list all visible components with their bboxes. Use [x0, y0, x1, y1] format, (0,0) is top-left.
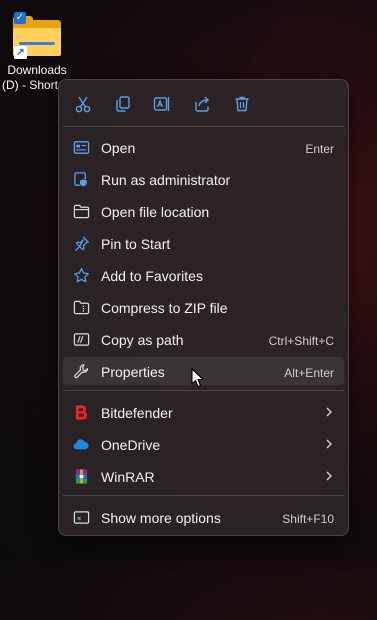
rename-button[interactable] [150, 92, 174, 116]
share-button[interactable] [190, 92, 214, 116]
share-icon [195, 96, 209, 112]
menu-item-compress-to-zip[interactable]: Compress to ZIP file [63, 293, 344, 321]
menu-item-shortcut: Enter [305, 142, 334, 156]
menu-item-label: Properties [101, 364, 165, 380]
menu-item-shortcut: Shift+F10 [282, 512, 334, 526]
menu-separator [63, 126, 344, 127]
more-options-icon [72, 508, 90, 526]
menu-item-onedrive[interactable]: OneDrive [63, 430, 344, 458]
menu-item-open-file-location[interactable]: Open file location [63, 197, 344, 225]
bitdefender-icon [72, 403, 90, 421]
onedrive-icon [72, 435, 90, 453]
menu-item-label: Compress to ZIP file [101, 300, 228, 316]
menu-item-shortcut: Alt+Enter [284, 366, 334, 380]
menu-item-label: Copy as path [101, 332, 184, 348]
chevron-right-icon [326, 439, 332, 449]
menu-separator [63, 495, 344, 496]
menu-item-copy-as-path[interactable]: Copy as path Ctrl+Shift+C [63, 325, 344, 353]
menu-item-label: Add to Favorites [101, 268, 203, 284]
menu-item-label: Bitdefender [101, 405, 173, 421]
chevron-right-icon [326, 407, 332, 417]
scissors-icon [75, 96, 91, 113]
context-menu-toolbar [59, 80, 348, 126]
wrench-icon [72, 362, 90, 380]
menu-item-open[interactable]: Open Enter [63, 133, 344, 161]
shortcut-arrow-icon: ↗ [14, 46, 27, 59]
menu-item-label: Pin to Start [101, 236, 171, 252]
shortcut-label-line1: Downloads [7, 63, 67, 77]
shield-icon [72, 170, 90, 188]
copy-button[interactable] [111, 92, 135, 116]
menu-item-label: Show more options [101, 510, 221, 526]
menu-item-label: Open file location [101, 204, 210, 220]
pin-icon [72, 234, 90, 252]
menu-item-winrar[interactable]: WinRAR [63, 462, 344, 490]
menu-item-pin-to-start[interactable]: Pin to Start [63, 229, 344, 257]
selection-checkbox[interactable]: ✓ [14, 12, 26, 24]
rename-icon [153, 97, 170, 111]
menu-item-shortcut: Ctrl+Shift+C [268, 334, 334, 348]
mouse-cursor-icon [191, 368, 204, 388]
path-icon [72, 330, 90, 348]
folder-icon [72, 202, 90, 220]
menu-item-label: OneDrive [101, 437, 161, 453]
menu-item-label: Run as administrator [101, 172, 231, 188]
menu-item-run-as-administrator[interactable]: Run as administrator [63, 165, 344, 193]
menu-item-bitdefender[interactable]: Bitdefender [63, 398, 344, 426]
menu-item-label: WinRAR [101, 469, 155, 485]
copy-icon [116, 96, 130, 112]
cut-button[interactable] [71, 92, 95, 116]
open-icon [72, 138, 90, 156]
delete-button[interactable] [230, 92, 254, 116]
winrar-icon [72, 467, 90, 485]
zip-folder-icon [72, 298, 90, 316]
trash-icon [235, 96, 249, 112]
menu-item-show-more-options[interactable]: Show more options Shift+F10 [63, 503, 344, 531]
menu-separator [63, 390, 344, 391]
menu-item-label: Open [101, 140, 136, 156]
context-menu: Open Enter Run as administrator Open fil… [58, 79, 349, 536]
star-icon [72, 266, 90, 284]
menu-item-add-to-favorites[interactable]: Add to Favorites [63, 261, 344, 289]
chevron-right-icon [326, 471, 332, 481]
